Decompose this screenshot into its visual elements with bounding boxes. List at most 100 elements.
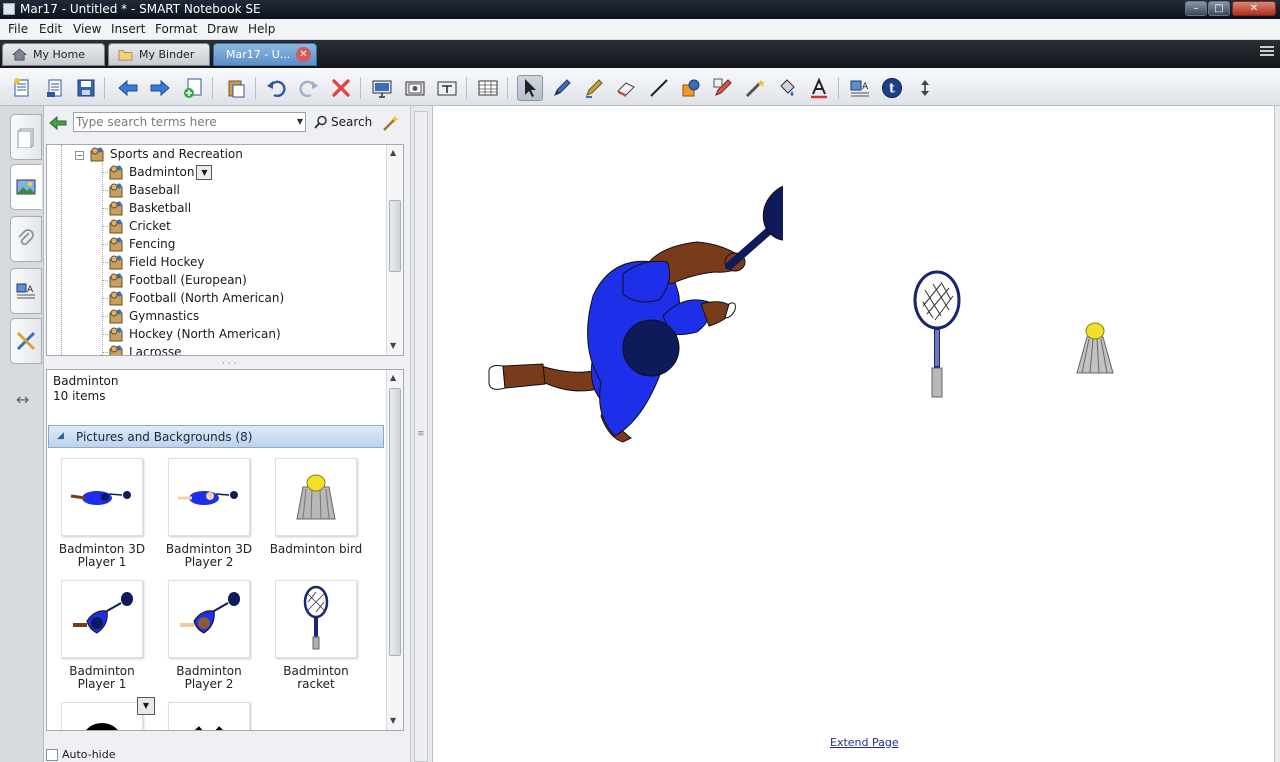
next-page-button[interactable] — [147, 75, 173, 101]
extend-page-link[interactable]: Extend Page — [830, 736, 899, 749]
gallery-thumbnail[interactable]: Badminton 3D Player 2 — [159, 458, 259, 569]
tree-node-gymnastics[interactable]: Gymnastics — [102, 307, 199, 325]
tree-node-lacrosse[interactable]: Lacrosse — [102, 343, 182, 355]
tree-node-fencing[interactable]: Fencing — [102, 235, 175, 253]
pen-tool-button[interactable] — [549, 75, 575, 101]
gallery-thumbnail[interactable]: Badminton 3D Player 1 — [52, 458, 152, 569]
full-screen-button[interactable] — [434, 75, 460, 101]
select-tool-button[interactable] — [517, 75, 543, 101]
magic-pen-button[interactable] — [742, 75, 768, 101]
app-icon — [3, 3, 15, 15]
eraser-button[interactable] — [613, 75, 639, 101]
tree-node-field-hockey[interactable]: Field Hockey — [102, 253, 204, 271]
scroll-thumb[interactable] — [389, 388, 401, 656]
add-page-button[interactable] — [180, 75, 206, 101]
text-tool-button[interactable] — [806, 75, 832, 101]
gallery-thumbnail[interactable]: Badminton Player 1 — [52, 580, 152, 691]
whiteboard-canvas[interactable]: Extend Page — [432, 106, 1274, 762]
search-button[interactable]: Search — [314, 112, 372, 132]
gallery-thumbnail[interactable] — [159, 702, 259, 730]
scroll-down-icon[interactable]: ▼ — [390, 341, 396, 350]
properties-button[interactable]: A — [847, 75, 873, 101]
thumbnail-menu-icon[interactable]: ▼ — [137, 697, 155, 715]
close-window-button[interactable]: ✕ — [1232, 1, 1276, 16]
scroll-up-icon[interactable]: ▲ — [390, 373, 396, 382]
screen-shade-button[interactable] — [369, 75, 395, 101]
creative-pen-icon — [586, 79, 603, 98]
menu-draw[interactable]: Draw — [207, 22, 238, 36]
line-tool-button[interactable] — [646, 75, 672, 101]
close-tab-icon[interactable]: ✕ — [296, 47, 311, 62]
tree-node-baseball[interactable]: Baseball — [102, 181, 180, 199]
previous-page-button[interactable] — [115, 75, 141, 101]
undo-button[interactable] — [263, 75, 289, 101]
shuttlecock-image — [296, 474, 336, 520]
thumbnail-image — [275, 580, 357, 658]
tree-node-football-north-american[interactable]: Football (North American) — [102, 289, 284, 307]
tree-scrollbar[interactable]: ▲ ▼ — [386, 145, 403, 355]
minimize-button[interactable]: – — [1185, 1, 1207, 16]
scroll-down-icon[interactable]: ▼ — [390, 716, 396, 725]
move-toolbar-button[interactable] — [912, 75, 938, 101]
tab-mar17[interactable]: Mar17 - U... ✕ — [213, 43, 317, 66]
screen-capture-button[interactable] — [402, 75, 428, 101]
tree-node-badminton[interactable]: Badminton ▼ — [102, 163, 213, 181]
scroll-up-icon[interactable]: ▲ — [390, 148, 396, 157]
save-button[interactable] — [73, 75, 99, 101]
creative-pen-button[interactable] — [581, 75, 607, 101]
badminton-player-figure[interactable] — [483, 176, 783, 446]
menu-format[interactable]: Format — [155, 22, 197, 36]
t-tool-button[interactable]: t — [879, 75, 905, 101]
gallery-thumbnail[interactable]: Badminton Player 2 — [159, 580, 259, 691]
shuttlecock-image[interactable] — [1073, 319, 1117, 379]
page-sorter-tab[interactable] — [10, 114, 42, 160]
node-menu-icon[interactable]: ▼ — [196, 164, 213, 180]
collapse-icon[interactable]: − — [75, 151, 84, 160]
tree-node-sports[interactable]: Sports and Recreation — [89, 145, 243, 163]
resize-grip-icon[interactable]: ≡ — [417, 429, 425, 439]
resize-arrows-icon[interactable]: ↔ — [16, 390, 29, 409]
paste-button[interactable] — [223, 75, 249, 101]
category-header[interactable]: ◢ Pictures and Backgrounds (8) — [48, 425, 384, 448]
menu-insert[interactable]: Insert — [111, 22, 145, 36]
tab-my-home[interactable]: My Home — [2, 43, 105, 66]
fill-button[interactable] — [774, 75, 800, 101]
menu-file[interactable]: File — [8, 22, 28, 36]
search-input[interactable] — [76, 114, 286, 130]
items-scrollbar[interactable]: ▲ ▼ — [386, 370, 403, 730]
gallery-folder-icon — [109, 237, 123, 252]
tab-my-binder[interactable]: My Binder — [108, 43, 210, 66]
tree-node-cricket[interactable]: Cricket — [102, 217, 171, 235]
gallery-folder-icon — [109, 327, 123, 342]
gallery-tab[interactable] — [10, 164, 42, 210]
addons-tab[interactable] — [10, 318, 42, 364]
badminton-racket-image[interactable] — [911, 266, 963, 401]
scroll-thumb[interactable] — [389, 200, 401, 272]
attachments-tab[interactable] — [10, 216, 42, 262]
shape-recognition-pen-button[interactable] — [710, 75, 736, 101]
gallery-thumbnail[interactable]: Badminton bird — [266, 458, 366, 556]
properties-tab[interactable]: A — [10, 268, 42, 314]
menu-edit[interactable]: Edit — [39, 22, 62, 36]
redo-button[interactable] — [296, 75, 322, 101]
shapes-button[interactable] — [678, 75, 704, 101]
gallery-thumbnail[interactable]: Badminton racket — [266, 580, 366, 691]
new-page-button[interactable] — [9, 75, 35, 101]
auto-hide-option[interactable]: Auto-hide — [46, 748, 116, 761]
tree-node-hockey-north-american[interactable]: Hockey (North American) — [102, 325, 281, 343]
table-button[interactable] — [475, 75, 501, 101]
maximize-button[interactable]: □ — [1208, 1, 1230, 16]
menu-view[interactable]: View — [73, 22, 101, 36]
open-button[interactable] — [42, 75, 68, 101]
tree-node-football-european[interactable]: Football (European) — [102, 271, 247, 289]
back-arrow-icon[interactable] — [49, 115, 67, 131]
menu-bar: File Edit View Insert Format Draw Help — [0, 19, 1280, 40]
auto-hide-checkbox[interactable] — [46, 748, 58, 761]
magic-wand-icon[interactable] — [382, 114, 400, 132]
panel-splitter[interactable]: · · · — [222, 359, 236, 369]
tree-node-basketball[interactable]: Basketball — [102, 199, 191, 217]
tab-menu-icon[interactable] — [1260, 46, 1274, 58]
chevron-down-icon[interactable]: ▼ — [297, 117, 303, 126]
menu-help[interactable]: Help — [248, 22, 275, 36]
delete-button[interactable] — [328, 75, 354, 101]
